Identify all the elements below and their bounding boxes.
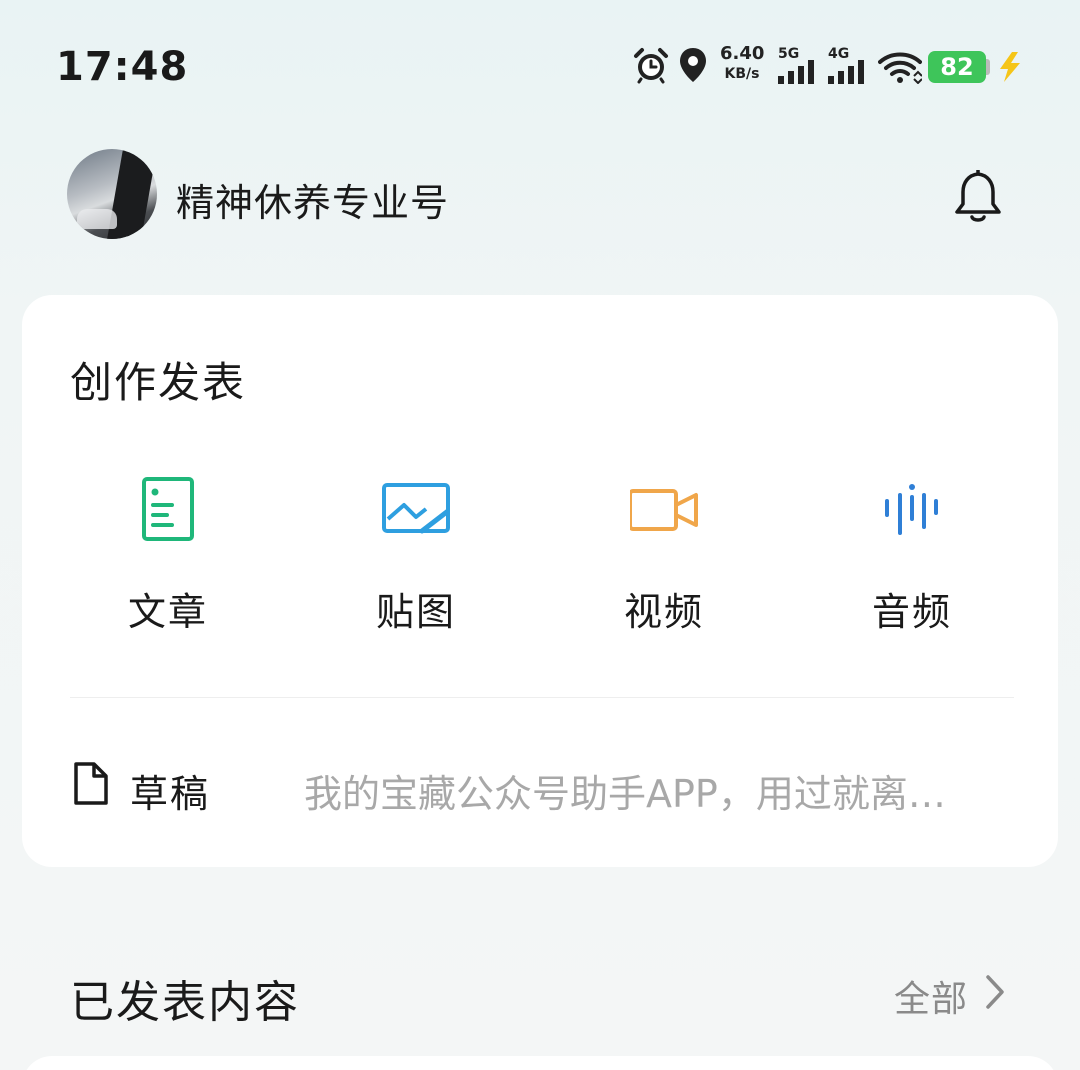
draft-preview: 我的宝藏公众号助手APP，用过就离… — [304, 772, 946, 816]
image-post-icon — [382, 483, 450, 534]
charging-icon — [1000, 52, 1020, 82]
status-time: 17:48 — [56, 44, 189, 90]
tool-audio-label: 音频 — [871, 590, 952, 634]
wifi-icon — [878, 52, 922, 84]
tool-article[interactable]: 文章 — [68, 475, 268, 635]
status-bar: 17:48 6.40 KB/s 5G 4G 82 — [0, 0, 1080, 130]
article-icon — [142, 477, 194, 541]
network-speed-unit: KB/s — [724, 66, 760, 82]
draft-row[interactable]: 草稿 我的宝藏公众号助手APP，用过就离… — [70, 735, 1014, 835]
document-icon — [74, 762, 108, 805]
avatar-photo-mirror — [77, 209, 117, 229]
view-all-link[interactable]: 全部 — [894, 970, 968, 1022]
draft-label: 草稿 — [130, 772, 211, 816]
tool-audio[interactable]: 音频 — [812, 475, 1012, 635]
create-title: 创作发表 — [70, 358, 247, 407]
battery-tip — [986, 59, 990, 75]
divider — [70, 697, 1014, 698]
location-icon — [680, 48, 706, 82]
bell-icon[interactable] — [952, 166, 1004, 224]
avatar[interactable] — [67, 149, 157, 239]
chevron-right-icon[interactable] — [984, 974, 1006, 1010]
network-speed-value: 6.40 — [720, 43, 765, 64]
battery-icon: 82 — [928, 51, 986, 83]
audio-icon — [885, 484, 938, 535]
tool-video-label: 视频 — [623, 590, 704, 634]
tool-image-post[interactable]: 贴图 — [316, 475, 516, 635]
video-icon — [630, 489, 698, 531]
create-card: 创作发表 文章 贴图 视频 音频 草稿 我的宝藏公众号助手APP，用过就离… — [22, 295, 1058, 867]
tool-article-label: 文章 — [127, 590, 208, 634]
published-title: 已发表内容 — [70, 977, 300, 1028]
account-name[interactable]: 精神休养专业号 — [176, 172, 449, 227]
network-speed: 6.40 KB/s — [720, 44, 764, 84]
tool-video[interactable]: 视频 — [564, 475, 764, 635]
published-content-card — [22, 1056, 1058, 1070]
signal-4g-icon — [828, 60, 864, 84]
alarm-icon — [634, 48, 668, 84]
signal-5g-icon — [778, 60, 814, 84]
tool-image-post-label: 贴图 — [375, 590, 456, 634]
